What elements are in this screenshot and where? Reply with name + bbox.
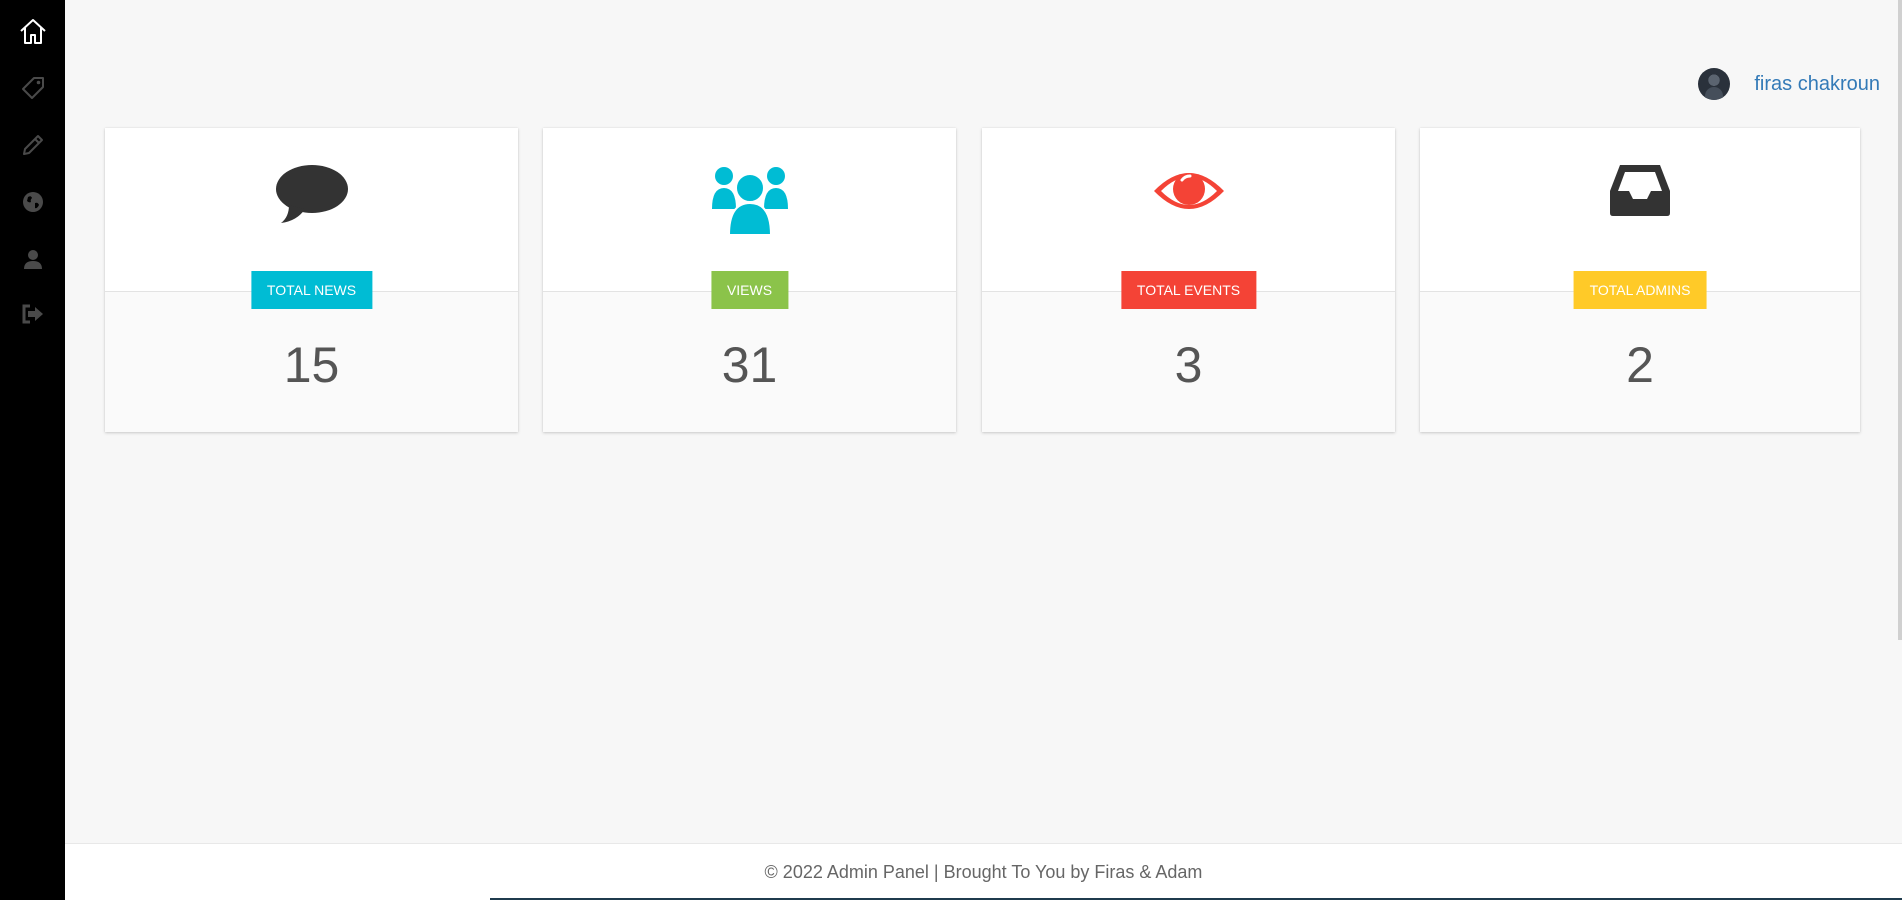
card-header (543, 128, 956, 292)
card-label: TOTAL EVENTS (1120, 271, 1257, 309)
card-label: TOTAL NEWS (250, 271, 373, 309)
comment-icon (275, 165, 348, 223)
user-icon (23, 250, 42, 269)
inbox-icon (1610, 165, 1670, 216)
user-menu[interactable]: firas chakroun (1698, 68, 1880, 100)
sidebar-item-home[interactable] (0, 9, 65, 53)
footer-text: © 2022 Admin Panel | Brought To You by F… (764, 861, 1203, 882)
scrollbar[interactable] (1898, 0, 1902, 640)
logout-icon (22, 304, 43, 324)
home-icon (19, 19, 46, 44)
card-value: 31 (721, 337, 778, 393)
card-header (982, 128, 1395, 292)
card-label: VIEWS (710, 271, 789, 309)
sidebar-item-tags[interactable] (0, 66, 65, 110)
card-value: 3 (1174, 337, 1203, 393)
users-icon (711, 167, 788, 235)
tag-icon (21, 77, 44, 99)
sidebar-item-globe[interactable] (0, 180, 65, 224)
card-value: 2 (1626, 337, 1654, 393)
user-name[interactable]: firas chakroun (1754, 73, 1880, 96)
avatar[interactable] (1698, 68, 1731, 100)
footer: © 2022 Admin Panel | Brought To You by F… (65, 843, 1902, 900)
sidebar-item-logout[interactable] (0, 292, 65, 336)
main-content: firas chakroun TOTAL NEWS 15 VIEWS 31 TO… (65, 0, 1902, 900)
card-label: TOTAL ADMINS (1573, 271, 1707, 309)
pencil-icon (22, 135, 43, 155)
sidebar (0, 0, 65, 900)
stat-card-views: VIEWS 31 (543, 128, 956, 432)
card-value: 15 (283, 337, 340, 393)
eye-icon (1153, 173, 1224, 209)
sidebar-item-profile[interactable] (0, 237, 65, 281)
globe-icon (22, 192, 43, 212)
sidebar-item-edit[interactable] (0, 123, 65, 167)
stat-card-total-events: TOTAL EVENTS 3 (982, 128, 1395, 432)
stat-card-total-admins: TOTAL ADMINS 2 (1420, 128, 1860, 432)
card-header (1420, 128, 1860, 292)
stat-card-total-news: TOTAL NEWS 15 (105, 128, 518, 432)
card-header (105, 128, 518, 292)
